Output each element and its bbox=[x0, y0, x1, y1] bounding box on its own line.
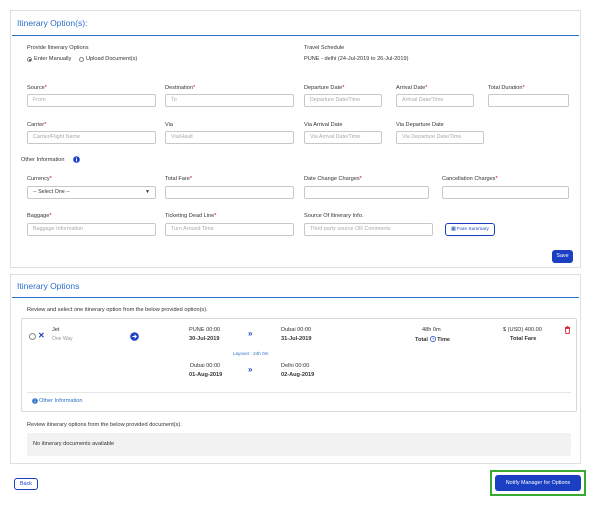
via-departure-input[interactable]: Via Departure Date/Time bbox=[396, 131, 484, 144]
fare-summary-label: Fare Summary bbox=[457, 227, 489, 232]
fare-value: $ (USD) 400.00 bbox=[503, 327, 542, 333]
itinerary-options-title: Itinerary Options bbox=[17, 281, 80, 291]
itinerary-form-divider bbox=[12, 35, 579, 36]
leg1-arrow-icon: » bbox=[248, 329, 253, 338]
currency-select-value: -- Select One -- bbox=[33, 189, 70, 195]
leg1-arrival-date: 31-Jul-2019 bbox=[281, 336, 312, 342]
travel-schedule-value: PUNE - delhi (24-Jul-2019 to 26-Jul-2019… bbox=[304, 56, 409, 62]
total-fare-label: Total Fare* bbox=[165, 176, 193, 182]
cancellation-charges-input[interactable] bbox=[442, 186, 569, 199]
upload-documents-label[interactable]: Upload Document(s) bbox=[86, 56, 137, 62]
carrier-label: Carrier* bbox=[27, 122, 47, 128]
enter-manually-label[interactable]: Enter Manually bbox=[34, 56, 71, 62]
leg2-arrival-date: 02-Aug-2019 bbox=[281, 372, 315, 378]
carrier-input[interactable]: Carrier/Flight Name bbox=[27, 131, 156, 144]
via-label: Via bbox=[165, 122, 173, 128]
enter-manually-radio[interactable] bbox=[27, 57, 32, 62]
docs-instructions: Review itinerary options from the below … bbox=[27, 422, 182, 428]
save-button[interactable]: Save bbox=[552, 250, 573, 263]
no-documents-text: No itinerary documents available bbox=[33, 441, 115, 447]
total-duration-input[interactable] bbox=[488, 94, 569, 107]
date-change-charges-label: Date Change Charges* bbox=[304, 176, 362, 182]
trip-type: One Way bbox=[52, 336, 73, 342]
fare-label: Total Fare bbox=[510, 336, 537, 342]
other-information-label: Other Information bbox=[21, 157, 65, 163]
fare-summary-button[interactable]: ▦ Fare Summary bbox=[445, 223, 495, 236]
clock-icon bbox=[429, 336, 436, 342]
provide-itinerary-label: Provide Itinerary Options bbox=[27, 45, 89, 51]
total-fare-input[interactable] bbox=[165, 186, 294, 199]
leg1-departure-time: PUNE 00:00 bbox=[189, 327, 221, 333]
total-duration-value: 48h 0m bbox=[422, 327, 441, 333]
ticketing-deadline-input[interactable]: Turn Around Time bbox=[165, 223, 294, 236]
airline-x-icon: ✕ bbox=[38, 331, 45, 340]
via-departure-label: Via Departure Date bbox=[396, 122, 444, 128]
other-info-icon bbox=[32, 398, 38, 404]
itinerary-options-instructions: Review and select one itinerary option f… bbox=[27, 307, 208, 313]
leg1-departure-date: 30-Jul-2019 bbox=[189, 336, 220, 342]
layover-text: Layover : 24h 0m bbox=[233, 351, 269, 356]
date-change-charges-input[interactable] bbox=[304, 186, 429, 199]
fare-summary-icon: ▦ bbox=[451, 226, 456, 232]
baggage-input[interactable]: Baggage Information bbox=[27, 223, 156, 236]
upload-documents-radio[interactable] bbox=[79, 57, 84, 62]
arrival-date-label: Arrival Date* bbox=[396, 85, 428, 91]
airline-name: Jet bbox=[52, 327, 60, 333]
expand-arrow-icon[interactable] bbox=[130, 332, 139, 341]
leg2-arrival-time: Delhi 00:00 bbox=[281, 363, 310, 369]
other-information-link[interactable]: Other Information bbox=[39, 398, 83, 404]
currency-label: Currency* bbox=[27, 176, 52, 182]
notify-manager-button[interactable]: Notify Manager for Options bbox=[495, 475, 581, 491]
cancellation-charges-label: Cancellation Charges* bbox=[442, 176, 498, 182]
currency-select[interactable]: -- Select One -- ▼ bbox=[27, 186, 156, 199]
back-button[interactable]: Back bbox=[14, 478, 38, 490]
option-select-radio[interactable] bbox=[29, 333, 36, 340]
leg2-arrow-icon: » bbox=[248, 365, 253, 374]
total-time-label: Total Time bbox=[415, 336, 451, 343]
leg1-arrival-time: Dubai 00:00 bbox=[281, 327, 312, 333]
via-input[interactable]: Via/Hault bbox=[165, 131, 294, 144]
departure-date-label: Departure Date* bbox=[304, 85, 345, 91]
via-arrival-label: Via Arrival Date bbox=[304, 122, 343, 128]
itinerary-options-divider bbox=[12, 297, 579, 298]
baggage-label: Baggage* bbox=[27, 213, 52, 219]
destination-input[interactable]: To bbox=[165, 94, 294, 107]
option-divider bbox=[27, 392, 571, 393]
source-of-info-input[interactable]: Third party source OR Comments bbox=[304, 223, 433, 236]
total-duration-label: Total Duration* bbox=[488, 85, 525, 91]
itinerary-form-title: Itinerary Option(s): bbox=[17, 18, 88, 28]
source-input[interactable]: From bbox=[27, 94, 156, 107]
delete-icon[interactable] bbox=[564, 326, 571, 334]
destination-label: Destination* bbox=[165, 85, 196, 91]
travel-schedule-label: Travel Schedule bbox=[304, 45, 345, 51]
departure-date-input[interactable]: Departure Date/Time bbox=[304, 94, 382, 107]
leg2-departure-time: Dubai 00:00 bbox=[190, 363, 221, 369]
source-label: Source* bbox=[27, 85, 47, 91]
via-arrival-input[interactable]: Via Arrival Date/Time bbox=[304, 131, 382, 144]
ticketing-deadline-label: Ticketing Dead Line* bbox=[165, 213, 217, 219]
leg2-departure-date: 01-Aug-2019 bbox=[189, 372, 223, 378]
info-icon[interactable] bbox=[73, 156, 80, 163]
arrival-date-input[interactable]: Arrival Date/Time bbox=[396, 94, 474, 107]
dropdown-caret-icon: ▼ bbox=[145, 189, 150, 195]
source-of-info-label: Source Of Itinerary Info. bbox=[304, 213, 364, 219]
